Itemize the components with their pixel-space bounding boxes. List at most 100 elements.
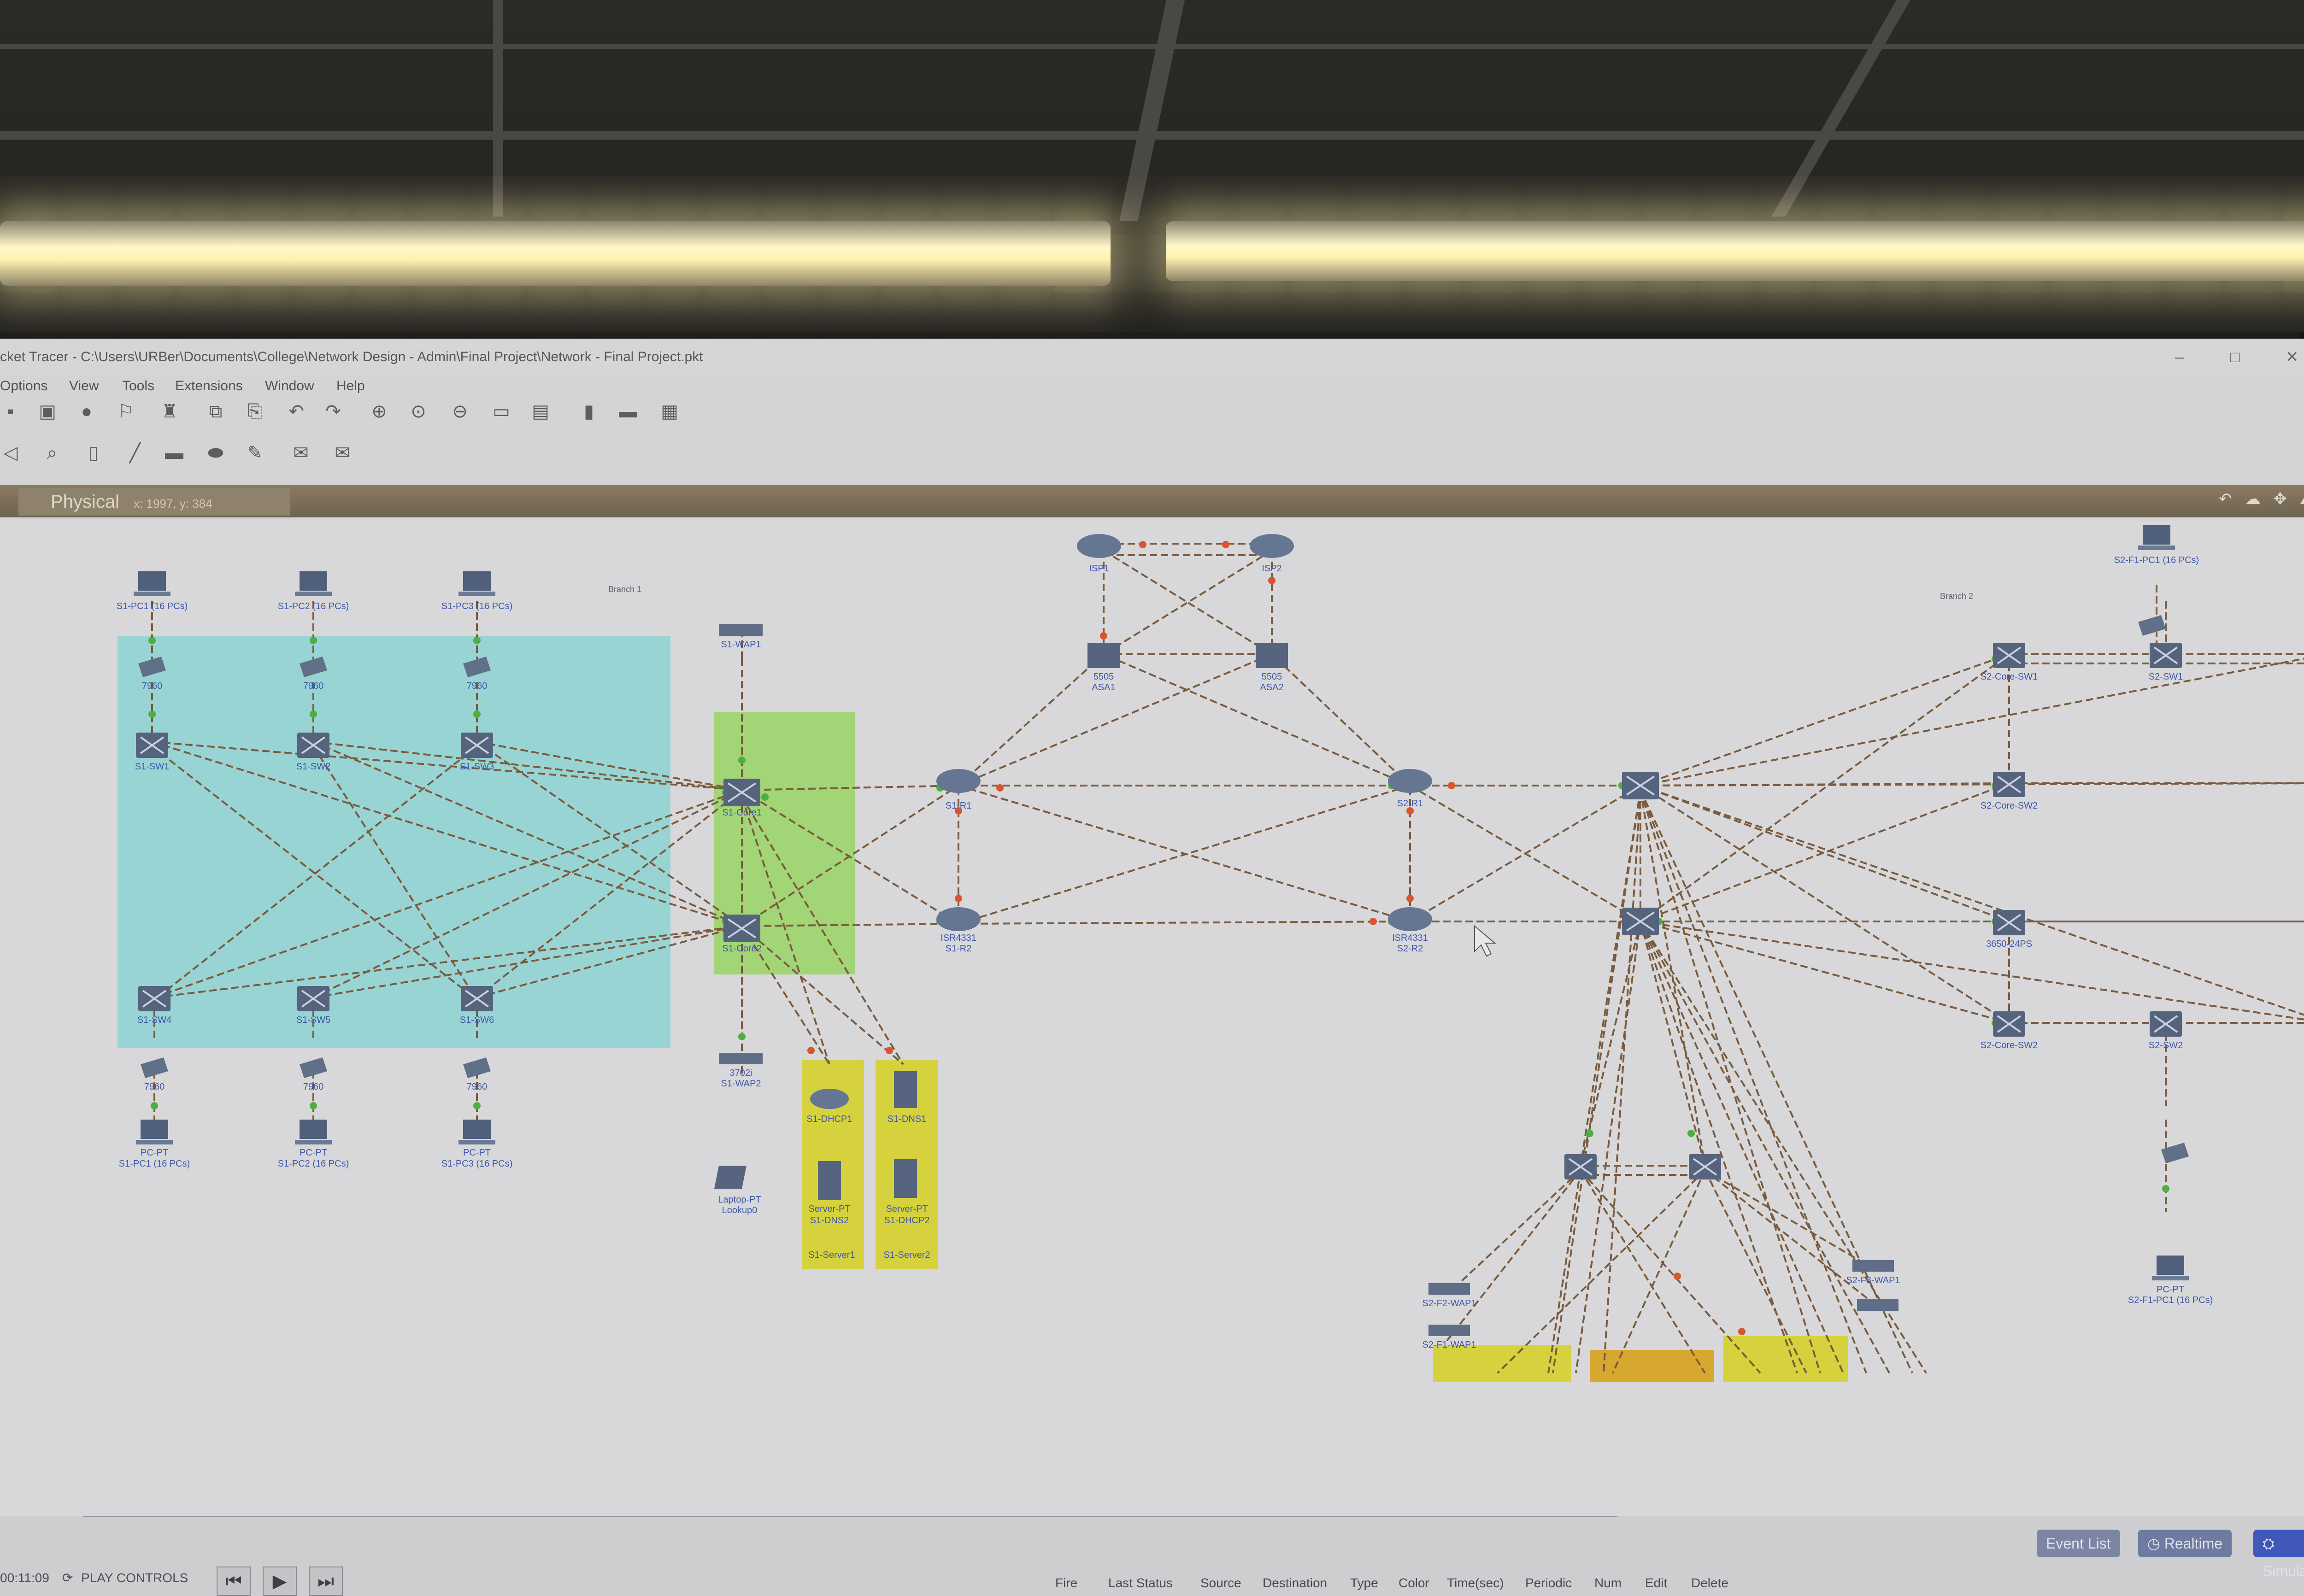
switch-icon[interactable] <box>1993 1011 2025 1037</box>
realtime-button[interactable]: ◷ Realtime <box>2138 1530 2232 1557</box>
freeform-icon[interactable]: ✎ <box>244 442 265 464</box>
event-list-button[interactable]: Event List <box>2037 1530 2120 1557</box>
pc-icon[interactable] <box>458 571 495 596</box>
complex-pdu-icon[interactable]: ✉ <box>332 442 353 464</box>
play-button[interactable]: ▶ <box>263 1567 297 1596</box>
ip-phone-icon[interactable] <box>2138 615 2166 636</box>
inspect-icon[interactable]: ⌕ <box>41 442 63 464</box>
scrollbar[interactable] <box>83 1516 1617 1517</box>
menu-window[interactable]: Window <box>265 378 314 394</box>
step-forward-button[interactable]: ⏭ <box>309 1567 343 1596</box>
switch-icon[interactable] <box>1993 910 2025 935</box>
pc-icon[interactable] <box>2138 525 2175 550</box>
access-point-icon[interactable] <box>719 1053 763 1064</box>
switch-icon[interactable] <box>2150 643 2182 668</box>
access-point-icon[interactable] <box>1857 1299 1898 1311</box>
delete-icon[interactable]: ▯ <box>83 442 104 464</box>
tree-view-icon[interactable]: ▦ <box>659 401 680 422</box>
move-icon[interactable]: ✥ <box>2274 490 2287 508</box>
router-icon[interactable] <box>1388 907 1432 931</box>
menu-options[interactable]: Options <box>0 378 47 394</box>
switch-icon[interactable] <box>297 733 329 758</box>
activity-wizard-icon[interactable]: ● <box>76 401 97 422</box>
multilayer-switch-icon[interactable] <box>723 915 760 942</box>
multilayer-switch-icon[interactable] <box>1622 908 1659 935</box>
print-icon[interactable]: ▣ <box>37 401 58 422</box>
switch-icon[interactable] <box>1564 1154 1597 1179</box>
back-icon[interactable]: ↶ <box>2219 490 2232 508</box>
redo-icon[interactable]: ↷ <box>323 401 344 422</box>
cable-icon[interactable]: ♜ <box>159 401 180 422</box>
paste-icon[interactable]: ⎘ <box>244 401 265 422</box>
pc-icon[interactable] <box>134 571 170 596</box>
drawing-palette-icon[interactable]: ▭ <box>491 401 512 422</box>
simulation-button[interactable]: ⛭ Simulation <box>2253 1530 2304 1579</box>
rectangle-icon[interactable]: ▬ <box>164 442 185 464</box>
switch-icon[interactable] <box>136 733 168 758</box>
pdu-icon[interactable]: ▬ <box>617 401 639 422</box>
isp-router-icon[interactable] <box>1250 534 1294 558</box>
menu-extensions[interactable]: Extensions <box>175 378 243 394</box>
cluster-icon[interactable]: ☁ <box>2245 490 2261 508</box>
zoom-out-icon[interactable]: ⊖ <box>449 401 470 422</box>
draw-line-icon[interactable]: ╱ <box>124 442 146 464</box>
ip-phone-icon[interactable] <box>463 1057 491 1078</box>
router-icon[interactable] <box>936 769 981 793</box>
pc-icon[interactable] <box>458 1120 495 1144</box>
copy-icon[interactable]: ⧉ <box>205 401 226 422</box>
ip-phone-icon[interactable] <box>300 1057 327 1078</box>
undo-icon[interactable]: ↶ <box>286 401 307 422</box>
pc-icon[interactable] <box>136 1120 173 1144</box>
switch-icon[interactable] <box>138 986 170 1011</box>
switch-icon[interactable] <box>297 986 329 1011</box>
custom-device-icon[interactable]: ▤ <box>530 401 551 422</box>
zoom-reset-icon[interactable]: ⊙ <box>408 401 429 422</box>
switch-icon[interactable] <box>1993 772 2025 797</box>
laptop-icon[interactable] <box>714 1166 746 1189</box>
server-icon[interactable] <box>818 1161 841 1200</box>
router-icon[interactable] <box>1388 769 1432 793</box>
pc-icon[interactable] <box>295 1120 332 1144</box>
switch-icon[interactable] <box>461 733 493 758</box>
server-icon[interactable] <box>894 1159 917 1198</box>
menu-tools[interactable]: Tools <box>122 378 154 394</box>
isp-router-icon[interactable] <box>1077 534 1121 558</box>
asa1-label: ASA1 <box>1092 682 1115 692</box>
select-icon[interactable]: ◁ <box>0 442 21 464</box>
switch-icon[interactable] <box>1689 1154 1721 1179</box>
logical-workspace[interactable]: S1-PC1 (16 PCs) S1-PC2 (16 PCs) S1-PC3 (… <box>0 521 2304 1553</box>
viewport-icon[interactable]: ⛰ <box>2300 490 2304 508</box>
server-icon[interactable] <box>894 1071 917 1108</box>
zoom-in-icon[interactable]: ⊕ <box>369 401 390 422</box>
switch-icon[interactable] <box>1993 643 2025 668</box>
multilayer-switch-icon[interactable] <box>723 779 760 806</box>
pc-icon[interactable] <box>2152 1256 2189 1280</box>
tab-physical[interactable]: Physical x: 1997, y: 384 <box>18 488 290 516</box>
access-point-icon[interactable] <box>1428 1283 1470 1295</box>
minimize-icon[interactable]: – <box>2175 339 2184 376</box>
window-title: cket Tracer - C:\Users\URBer\Documents\C… <box>0 349 703 364</box>
maximize-icon[interactable]: □ <box>2230 339 2240 376</box>
router-icon[interactable] <box>810 1089 849 1109</box>
ip-phone-icon[interactable] <box>141 1057 168 1078</box>
simple-pdu-icon[interactable]: ✉ <box>290 442 312 464</box>
close-icon[interactable]: ✕ <box>2286 339 2299 376</box>
network-info-icon[interactable]: ⚐ <box>115 401 136 422</box>
multilayer-switch-icon[interactable] <box>1622 772 1659 799</box>
step-back-button[interactable]: ⏮ <box>217 1567 251 1596</box>
switch-icon[interactable] <box>461 986 493 1011</box>
reset-clock-icon[interactable]: ⟳ <box>62 1571 73 1585</box>
access-point-icon[interactable] <box>1852 1260 1894 1272</box>
firewall-icon[interactable] <box>1256 643 1288 668</box>
menu-help[interactable]: Help <box>336 378 365 394</box>
menu-view[interactable]: View <box>69 378 99 394</box>
viewport-icon[interactable]: ▮ <box>578 401 600 422</box>
save-icon[interactable]: ▪ <box>0 401 21 422</box>
access-point-icon[interactable] <box>719 624 763 636</box>
router-icon[interactable] <box>936 907 981 931</box>
access-point-icon[interactable] <box>1428 1325 1470 1336</box>
ellipse-icon[interactable]: ⬬ <box>205 442 226 464</box>
firewall-icon[interactable] <box>1087 643 1120 668</box>
switch-icon[interactable] <box>2150 1011 2182 1037</box>
pc-icon[interactable] <box>295 571 332 596</box>
